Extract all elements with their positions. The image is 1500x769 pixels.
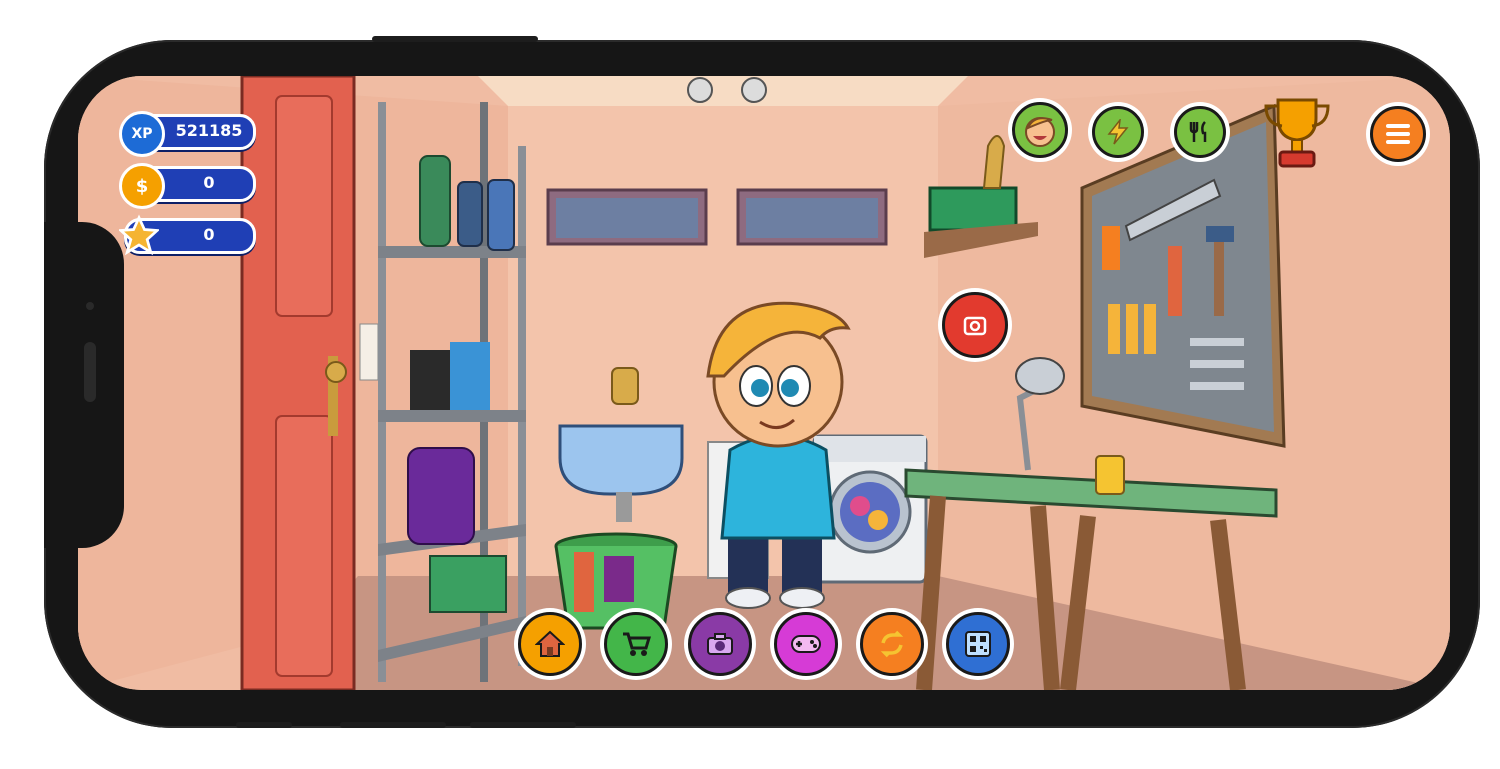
coin-value: 0 [203,173,215,192]
character-face-button[interactable] [1012,102,1068,158]
camera-icon [707,633,733,655]
menu-button[interactable] [1370,106,1426,162]
photo-hint-bubble[interactable] [942,292,1008,358]
phone-volume-button [236,722,292,728]
qr-button[interactable] [946,612,1010,676]
qr-code-icon [965,631,991,657]
coin-icon: $ [119,163,165,209]
photo-button[interactable] [688,612,752,676]
camera-outline-icon [963,316,987,336]
xp-badge-icon: XP [119,111,165,157]
lightning-icon [1107,119,1129,145]
star-counter: 0 [119,214,256,256]
star-icon [119,214,159,256]
cart-icon [623,632,651,656]
game-screen: XP 521185 $ 0 0 [78,76,1450,690]
trophy-button[interactable] [1260,94,1334,172]
fork-knife-icon [1189,121,1207,142]
games-button[interactable] [774,612,838,676]
swap-button[interactable] [860,612,924,676]
coin-counter: $ 0 [119,163,256,209]
front-camera-icon [86,302,94,310]
speaker-grille [84,342,96,402]
gamepad-icon [791,635,821,653]
xp-value: 521185 [175,121,243,140]
house-icon [535,630,565,657]
door[interactable] [240,76,356,690]
xp-counter: XP 521185 [119,111,256,157]
smiling-face-icon [1025,117,1055,147]
shop-button[interactable] [604,612,668,676]
star-value: 0 [203,225,215,244]
energy-button[interactable] [1092,106,1144,158]
hamburger-menu-icon [1386,124,1410,144]
phone-side-button [372,36,538,42]
trophy-icon [1264,98,1330,168]
laundry-room-scene [78,76,1450,690]
phone-notch [44,222,124,548]
food-button[interactable] [1174,106,1226,158]
home-button[interactable] [518,612,582,676]
phone-volume-button [340,722,446,728]
refresh-icon [880,630,904,658]
phone-volume-button [470,722,576,728]
